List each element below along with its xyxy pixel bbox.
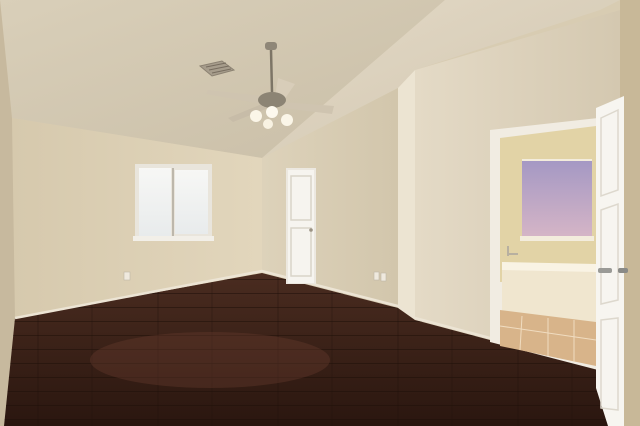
bathroom-doorway [490,118,598,370]
bedroom-window [133,164,214,241]
door-handle [598,268,612,273]
closet-door [286,168,316,284]
fan-light-bulb [263,119,273,129]
empty-bedroom-photo [0,0,640,426]
bathroom-window [522,160,592,240]
fan-motor [258,92,286,108]
fan-light-bulb [281,114,293,126]
fan-downrod [269,49,274,93]
wall-outlet [123,271,131,281]
fan-light-bulb [266,106,278,118]
door-knob [309,228,313,232]
corner-wall-pillar [398,70,415,320]
fan-mount [265,42,277,50]
wall-outlet [380,272,387,282]
open-bathroom-door [596,96,628,426]
fan-light-bulb [250,110,262,122]
wall-outlet [373,271,380,281]
